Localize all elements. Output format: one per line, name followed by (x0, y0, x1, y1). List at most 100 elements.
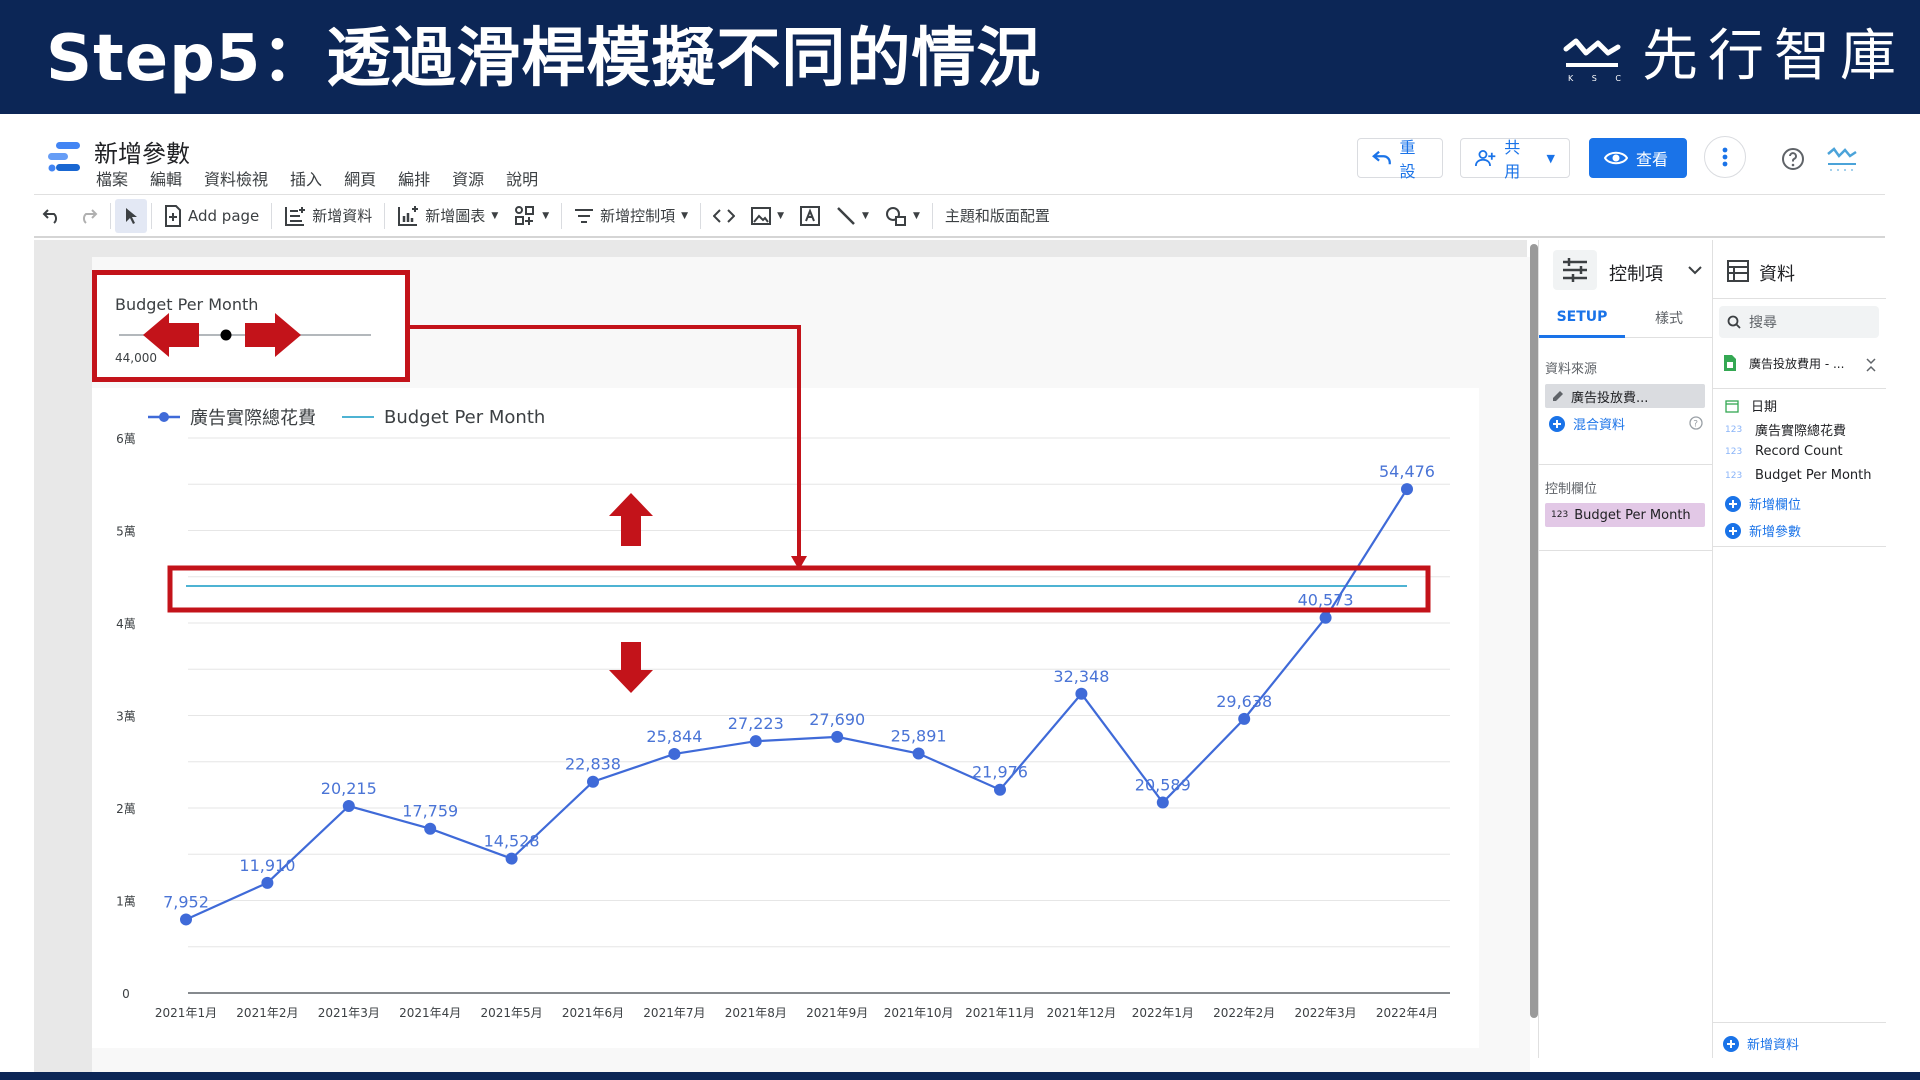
text-box-icon (800, 205, 821, 226)
data-source-row[interactable]: 廣告投放費用 - ... (1723, 354, 1844, 372)
legend-label-actual: 廣告實際總花費 (190, 408, 316, 429)
y-tick-label: 0 (122, 987, 130, 1001)
legend-item-budget[interactable]: Budget Per Month (342, 407, 545, 428)
share-dropdown-icon[interactable]: ▼ (1547, 152, 1555, 165)
collapse-icon[interactable] (1865, 358, 1877, 372)
chevron-down-icon[interactable] (1687, 264, 1703, 276)
toolbar-divider (561, 202, 563, 229)
shape-button[interactable]: ▼ (877, 199, 928, 233)
menu-view[interactable]: 資料檢視 (204, 166, 268, 190)
calendar-icon (1725, 399, 1739, 413)
slide-banner: Step5：透過滑桿模擬不同的情況 K S C C 先行智庫 (0, 0, 1920, 114)
line-button[interactable]: ▼ (828, 199, 877, 233)
data-label: 7,952 (163, 892, 209, 911)
blend-data-label: 混合資料 (1573, 418, 1626, 433)
brand-name: 先行智庫 (1642, 24, 1906, 89)
redo-button[interactable] (70, 199, 106, 233)
section-divider (1713, 298, 1886, 299)
chart-plot: 0 1萬 2萬 3萬 4萬 5萬 6萬 2021年1月 2021年2月 2021年3月 2021年4… (116, 432, 1450, 1020)
share-button[interactable]: 共用 ▼ (1460, 138, 1570, 181)
data-label: 22,838 (565, 755, 621, 774)
shapes-icon (885, 206, 906, 226)
slide-right-arrow-icon (245, 313, 301, 357)
chevron-down-icon: ▼ (542, 210, 550, 221)
community-viz-button[interactable]: ▼ (506, 199, 557, 233)
y-tick-label: 3萬 (116, 710, 136, 724)
data-point (831, 730, 844, 743)
data-label: 40,573 (1298, 591, 1354, 610)
toolbar-divider (151, 202, 152, 229)
looker-studio-logo-icon[interactable] (46, 140, 82, 174)
field-row-actual-spend[interactable]: 123 廣告實際總花費 (1725, 420, 1846, 439)
embed-url-button[interactable] (705, 199, 743, 233)
table-icon (1727, 260, 1749, 282)
x-tick-label: 2021年7月 (643, 1006, 705, 1020)
field-row-date[interactable]: 日期 (1725, 396, 1777, 415)
menu-insert[interactable]: 插入 (290, 166, 322, 190)
menu-page[interactable]: 網頁 (344, 166, 376, 190)
view-button[interactable]: 查看 (1589, 138, 1687, 178)
menu-resource[interactable]: 資源 (452, 166, 484, 190)
text-button[interactable] (792, 199, 828, 233)
add-data-label: 新增資料 (312, 207, 373, 225)
canvas-scrollbar[interactable] (1530, 244, 1538, 1018)
data-label: 29,638 (1216, 692, 1272, 711)
data-label: 32,348 (1053, 667, 1109, 686)
data-label: 25,844 (646, 727, 702, 746)
brand: K S C C 先行智庫 (1562, 22, 1906, 92)
add-chart-label: 新增圖表 (425, 207, 486, 225)
menu-edit[interactable]: 編輯 (150, 166, 182, 190)
field-name: 日期 (1751, 400, 1778, 415)
menu-arrange[interactable]: 編排 (398, 166, 430, 190)
line-icon (837, 206, 855, 225)
y-tick-label: 6萬 (116, 432, 136, 446)
data-point (912, 747, 925, 760)
undo-button[interactable] (34, 199, 70, 233)
image-button[interactable]: ▼ (743, 199, 792, 233)
add-field-link[interactable]: 新增欄位 (1725, 494, 1801, 513)
view-label: 查看 (1636, 150, 1669, 169)
add-page-button[interactable]: Add page (156, 199, 267, 233)
field-row-budget-per-month[interactable]: 123 Budget Per Month (1725, 468, 1872, 483)
menu-help[interactable]: 說明 (506, 166, 538, 190)
field-row-record-count[interactable]: 123 Record Count (1725, 444, 1843, 459)
tab-style[interactable]: 樣式 (1625, 298, 1713, 338)
select-tool[interactable] (115, 198, 147, 233)
help-circle-icon[interactable]: ? (1689, 416, 1703, 430)
data-point (587, 775, 599, 788)
field-name: 廣告實際總花費 (1755, 424, 1847, 439)
add-data-button[interactable]: 新增資料 (276, 199, 380, 233)
code-icon (713, 208, 736, 223)
data-source-chip[interactable]: 廣告投放費... (1545, 384, 1705, 408)
menu-file[interactable]: 檔案 (96, 166, 128, 190)
more-options-button[interactable] (1704, 136, 1746, 178)
menu-bar: 檔案 編輯 資料檢視 插入 網頁 編排 資源 說明 (96, 166, 538, 190)
add-control-button[interactable]: 新增控制項 ▼ (566, 199, 696, 233)
theme-layout-button[interactable]: 主題和版面配置 (937, 199, 1058, 233)
add-parameter-link[interactable]: 新增參數 (1725, 521, 1801, 540)
eye-icon (1604, 151, 1628, 165)
control-field-name: Budget Per Month (1574, 507, 1691, 523)
data-point (424, 822, 437, 835)
redo-icon (83, 208, 98, 224)
image-icon (751, 206, 772, 225)
number-type-badge: 123 (1725, 470, 1743, 481)
control-field-chip[interactable]: 123 Budget Per Month (1545, 503, 1705, 527)
legend-item-actual[interactable]: 廣告實際總花費 (148, 404, 316, 430)
add-chart-button[interactable]: 新增圖表 ▼ (389, 199, 506, 233)
data-point (342, 800, 355, 813)
help-icon[interactable] (1781, 147, 1805, 171)
undo-icon (42, 208, 57, 224)
field-search-input[interactable]: 搜尋 (1719, 306, 1879, 338)
data-point (180, 913, 192, 926)
report-title[interactable]: 新增參數 (94, 134, 190, 169)
reset-button[interactable]: 重設 (1357, 138, 1443, 181)
tab-setup[interactable]: SETUP (1539, 298, 1625, 338)
number-type-badge: 123 (1725, 424, 1743, 435)
data-label: 27,223 (728, 714, 784, 733)
x-tick-label: 2021年12月 (1046, 1006, 1116, 1020)
slider-handle[interactable] (220, 329, 232, 341)
blend-data-link[interactable]: 混合資料 (1549, 414, 1625, 433)
add-data-link[interactable]: 新增資料 (1723, 1034, 1799, 1053)
y-tick-label: 1萬 (116, 895, 136, 909)
